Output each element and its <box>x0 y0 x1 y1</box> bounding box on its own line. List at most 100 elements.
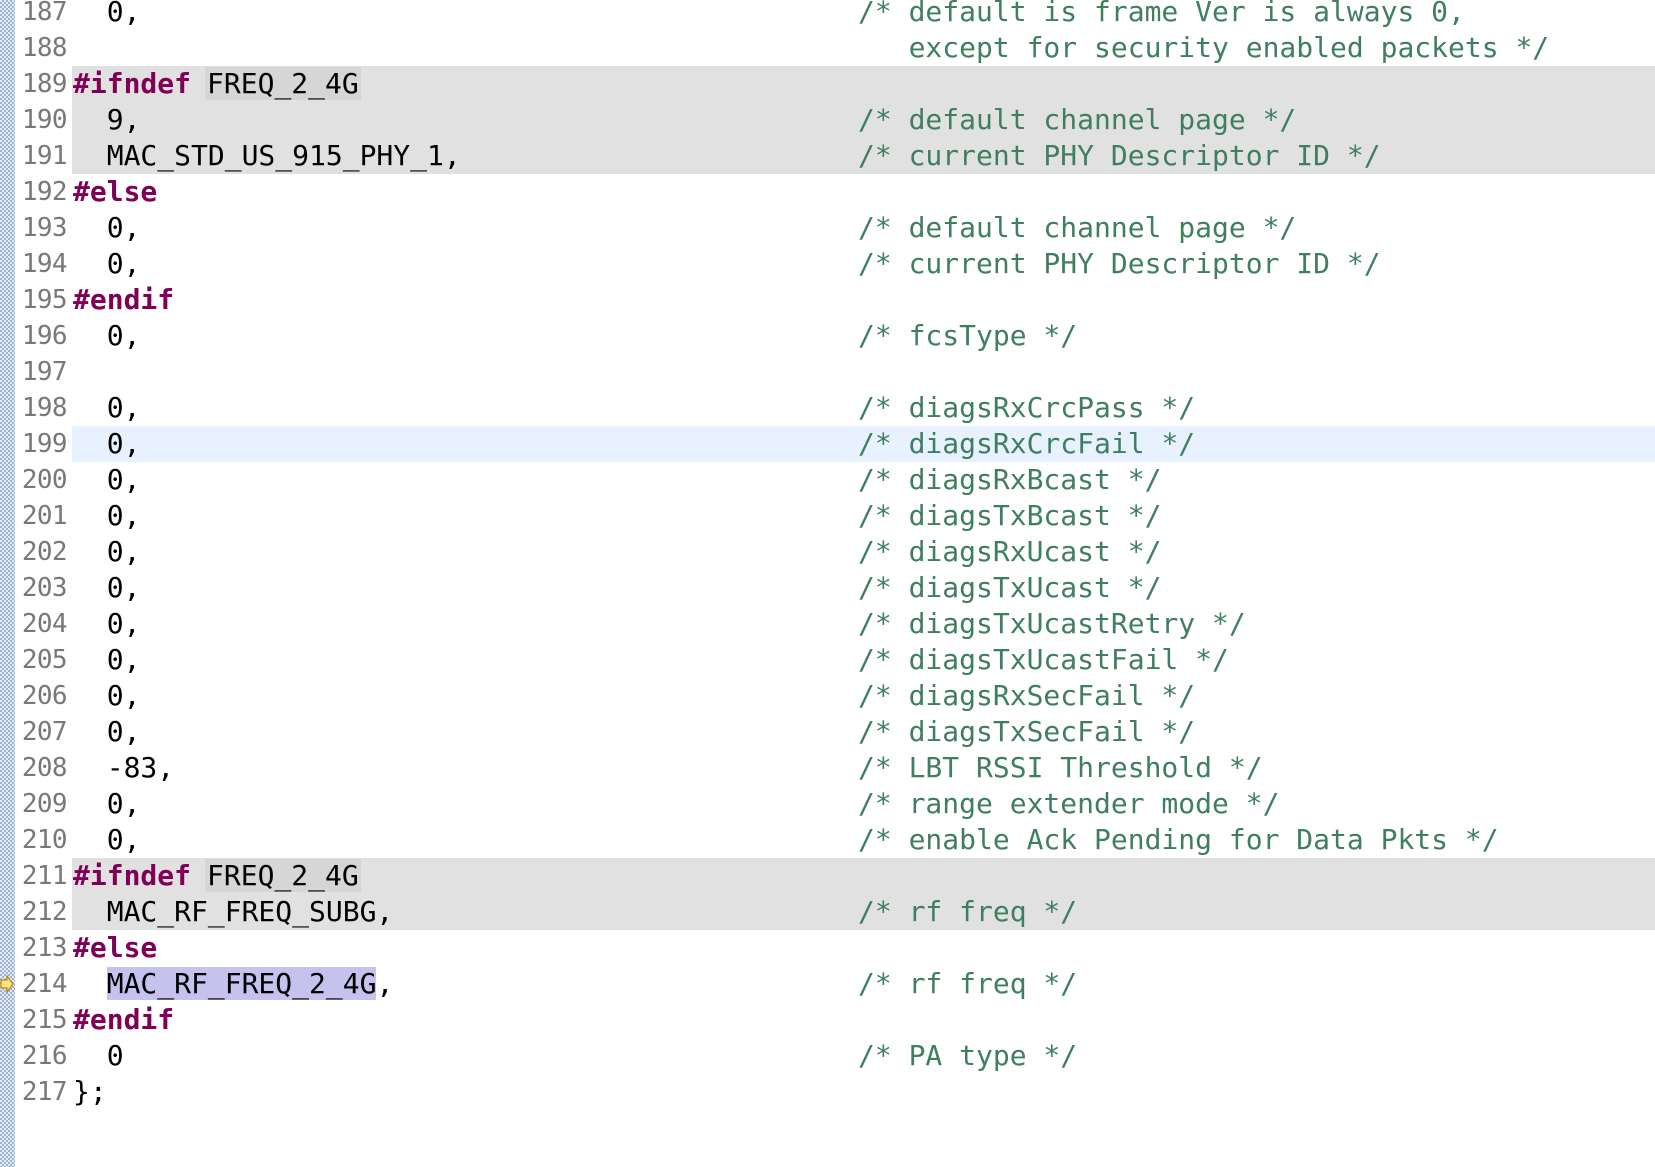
code-comment: /* diagsRxBcast */ <box>858 463 1162 496</box>
code-line[interactable]: 203 0, /* diagsTxUcast */ <box>0 570 1655 606</box>
directive-keyword: #ifndef <box>73 67 192 100</box>
code-line[interactable]: 188 except for security enabled packets … <box>0 30 1655 66</box>
code-text[interactable]: 0, <box>73 426 141 462</box>
code-text[interactable]: 0, <box>73 822 141 858</box>
code-line[interactable]: 189 #ifndef FREQ_2_4G <box>0 66 1655 102</box>
code-line[interactable]: 197 <box>0 354 1655 390</box>
line-number: 198 <box>21 393 68 423</box>
code-text[interactable]: 0, <box>73 390 141 426</box>
code-line[interactable]: 198 0, /* diagsRxCrcPass */ <box>0 390 1655 426</box>
preprocessor-directive[interactable]: #else <box>73 174 157 210</box>
code-comment: /* rf freq */ <box>858 895 1078 928</box>
code-line[interactable]: 194 0, /* current PHY Descriptor ID */ <box>0 246 1655 282</box>
code-comment: /* LBT RSSI Threshold */ <box>858 751 1263 784</box>
code-comment: /* diagsRxCrcFail */ <box>858 427 1196 460</box>
code-editor[interactable]: 187 0, /* default is frame Ver is always … <box>0 0 1655 1167</box>
code-text[interactable]: MAC_STD_US_915_PHY_1, <box>73 138 461 174</box>
code-text[interactable]: 0, <box>73 318 141 354</box>
code-text[interactable]: 0, <box>73 786 141 822</box>
line-number: 200 <box>21 465 68 495</box>
code-line[interactable]: 212 MAC_RF_FREQ_SUBG, /* rf freq */ <box>0 894 1655 930</box>
code-text[interactable]: 0, <box>73 0 141 30</box>
code-line[interactable]: 216 0 /* PA type */ <box>0 1038 1655 1074</box>
code-line[interactable]: 201 0, /* diagsTxBcast */ <box>0 498 1655 534</box>
line-number: 196 <box>21 321 68 351</box>
code-comment: /* default is frame Ver is always 0, <box>858 0 1465 28</box>
instruction-pointer-arrow-icon <box>0 974 14 994</box>
code-line[interactable]: 210 0, /* enable Ack Pending for Data Pkt… <box>0 822 1655 858</box>
macro-name[interactable]: FREQ_2_4G <box>205 859 361 892</box>
line-number: 201 <box>21 501 68 531</box>
line-number: 204 <box>21 609 68 639</box>
code-text[interactable]: 0, <box>73 246 141 282</box>
code-comment: /* diagsTxUcast */ <box>858 571 1162 604</box>
preprocessor-directive[interactable]: #else <box>73 930 157 966</box>
code-line[interactable]: 202 0, /* diagsRxUcast */ <box>0 534 1655 570</box>
line-number: 203 <box>21 573 68 603</box>
code-text[interactable]: -83, <box>73 750 174 786</box>
code-text[interactable]: }; <box>73 1074 107 1110</box>
code-line[interactable]: 215 #endif <box>0 1002 1655 1038</box>
code-comment: /* enable Ack Pending for Data Pkts */ <box>858 823 1499 856</box>
code-comment: /* diagsTxBcast */ <box>858 499 1162 532</box>
line-number: 187 <box>21 0 68 27</box>
line-number: 209 <box>21 789 68 819</box>
line-number: 193 <box>21 213 68 243</box>
code-line[interactable]: 211 #ifndef FREQ_2_4G <box>0 858 1655 894</box>
code-text[interactable]: 0, <box>73 534 141 570</box>
code-line[interactable]: 193 0, /* default channel page */ <box>0 210 1655 246</box>
line-number: 207 <box>21 717 68 747</box>
code-text[interactable]: MAC_RF_FREQ_SUBG, <box>73 894 394 930</box>
code-line[interactable]: 187 0, /* default is frame Ver is always … <box>0 0 1655 30</box>
code-line[interactable]: 214 MAC_RF_FREQ_2_4G, /* rf freq */ <box>0 966 1655 1002</box>
code-comment: /* PA type */ <box>858 1039 1078 1072</box>
code-text[interactable]: 0, <box>73 678 141 714</box>
code-line[interactable]: 192 #else <box>0 174 1655 210</box>
directive-keyword: #else <box>73 175 158 208</box>
code-text[interactable]: MAC_RF_FREQ_2_4G, <box>73 966 393 1002</box>
code-comment: /* diagsRxUcast */ <box>858 535 1162 568</box>
line-number: 202 <box>21 537 68 567</box>
code-text[interactable]: 0, <box>73 570 141 606</box>
code-text[interactable]: 0, <box>73 462 141 498</box>
line-number: 213 <box>21 933 68 963</box>
code-text[interactable]: 0, <box>73 210 141 246</box>
code-comment: /* default channel page */ <box>858 211 1297 244</box>
code-line[interactable]: 208 -83, /* LBT RSSI Threshold */ <box>0 750 1655 786</box>
code-text[interactable]: 0 <box>73 1038 124 1074</box>
selected-text[interactable]: MAC_RF_FREQ_2_4G <box>106 967 377 1000</box>
code-line[interactable]: 209 0, /* range extender mode */ <box>0 786 1655 822</box>
code-text[interactable]: 0, <box>73 498 141 534</box>
code-text[interactable]: 0, <box>73 606 141 642</box>
code-line[interactable]: 205 0, /* diagsTxUcastFail */ <box>0 642 1655 678</box>
line-number: 210 <box>21 825 68 855</box>
code-text[interactable]: 0, <box>73 714 141 750</box>
line-number: 197 <box>21 357 68 387</box>
code-line[interactable]: 213 #else <box>0 930 1655 966</box>
code-line[interactable]: 191 MAC_STD_US_915_PHY_1, /* current PHY … <box>0 138 1655 174</box>
code-text[interactable]: 0, <box>73 642 141 678</box>
line-number: 206 <box>21 681 68 711</box>
code-line[interactable]: 204 0, /* diagsTxUcastRetry */ <box>0 606 1655 642</box>
code-text[interactable]: 9, <box>73 102 141 138</box>
code-line[interactable]: 206 0, /* diagsRxSecFail */ <box>0 678 1655 714</box>
line-number: 192 <box>21 177 68 207</box>
preprocessor-directive[interactable]: #ifndef FREQ_2_4G <box>73 858 361 894</box>
code-line[interactable]: 190 9, /* default channel page */ <box>0 102 1655 138</box>
code-line[interactable]: 207 0, /* diagsTxSecFail */ <box>0 714 1655 750</box>
code-comment: /* current PHY Descriptor ID */ <box>858 247 1381 280</box>
code-line[interactable]: 199 0, /* diagsRxCrcFail */ <box>0 426 1655 462</box>
preprocessor-directive[interactable]: #endif <box>73 1002 174 1038</box>
line-number: 208 <box>21 753 68 783</box>
code-line[interactable]: 217}; <box>0 1074 1655 1110</box>
code-line[interactable]: 195 #endif <box>0 282 1655 318</box>
code-line[interactable]: 196 0, /* fcsType */ <box>0 318 1655 354</box>
code-comment: /* diagsTxSecFail */ <box>858 715 1196 748</box>
preprocessor-directive[interactable]: #endif <box>73 282 174 318</box>
line-number: 190 <box>21 105 68 135</box>
line-number: 205 <box>21 645 68 675</box>
code-comment: /* diagsTxUcastFail */ <box>858 643 1229 676</box>
macro-name[interactable]: FREQ_2_4G <box>205 67 361 100</box>
preprocessor-directive[interactable]: #ifndef FREQ_2_4G <box>73 66 361 102</box>
code-line[interactable]: 200 0, /* diagsRxBcast */ <box>0 462 1655 498</box>
